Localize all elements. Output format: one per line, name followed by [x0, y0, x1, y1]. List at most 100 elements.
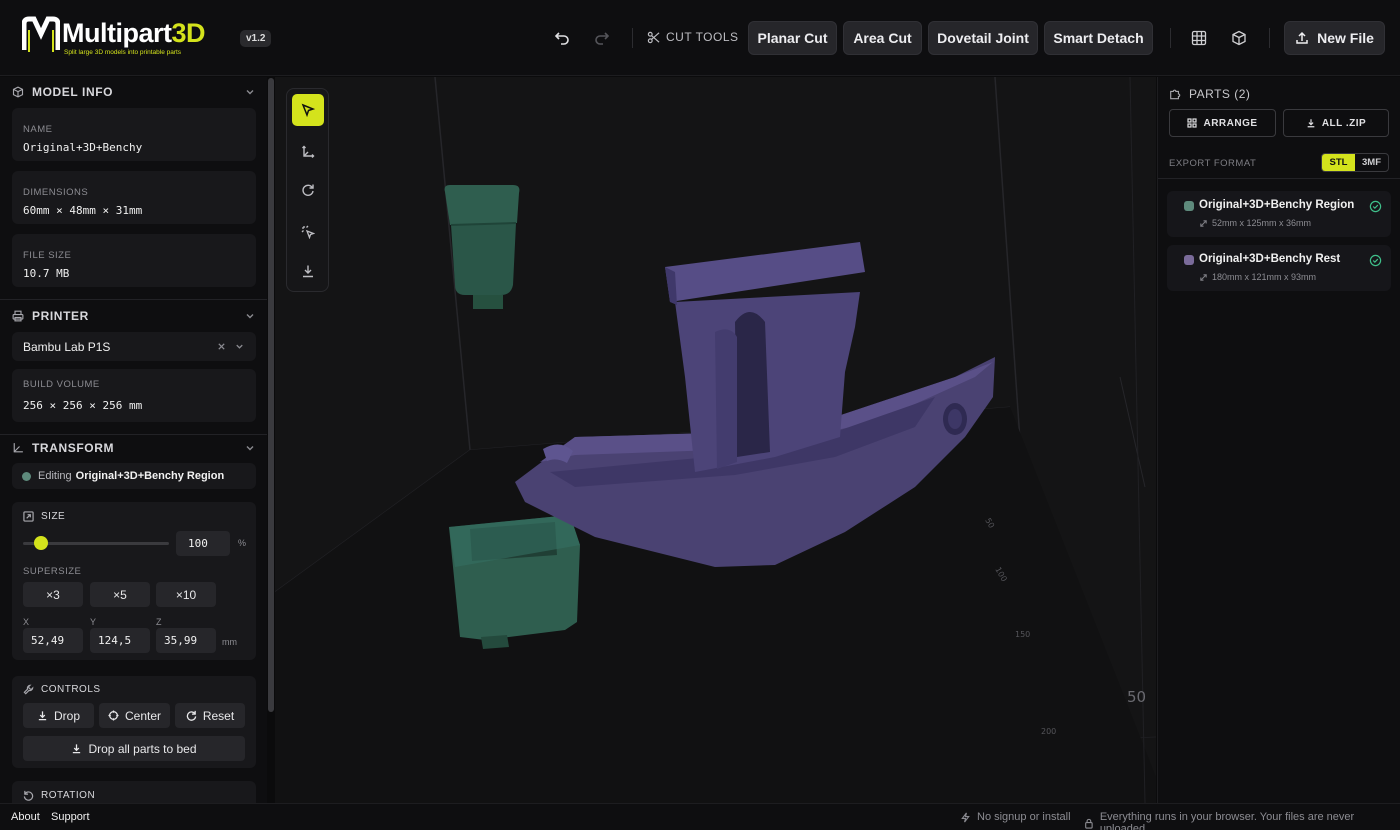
magic-select-button[interactable]: [292, 216, 324, 248]
format-stl-option[interactable]: STL: [1322, 154, 1355, 171]
rotate-icon: [23, 790, 34, 801]
part-name: Original+3D+Benchy Region: [1199, 199, 1355, 211]
y-size-input[interactable]: 124,5: [90, 628, 150, 653]
build-volume-card: BUILD VOLUME 256 × 256 × 256 mm: [12, 369, 256, 422]
supersize-x10-button[interactable]: ×10: [156, 582, 216, 607]
logo-mark-icon: [22, 16, 60, 52]
check-circle-icon: [1369, 200, 1382, 213]
viewport-toolbar: [286, 88, 329, 292]
version-badge: v1.2: [240, 30, 272, 47]
axis-tick-label: 200: [1041, 727, 1056, 736]
rotation-header[interactable]: ROTATION: [23, 790, 95, 801]
bolt-icon: [961, 812, 970, 822]
format-3mf-option[interactable]: 3MF: [1355, 154, 1388, 171]
reset-button[interactable]: Reset: [175, 703, 245, 728]
file-size-label: FILE SIZE: [23, 250, 72, 261]
redo-icon[interactable]: [592, 28, 612, 48]
app-root: Multipart3D Split large 3D models into p…: [0, 0, 1400, 830]
drop-all-button[interactable]: Drop all parts to bed: [23, 736, 245, 761]
axis-big-label: 50: [1127, 688, 1146, 706]
region-part-bottom[interactable]: [449, 515, 580, 649]
arrange-button[interactable]: ARRANGE: [1169, 109, 1276, 137]
chevron-down-icon[interactable]: [234, 341, 245, 352]
printer-header[interactable]: PRINTER: [12, 306, 89, 326]
area-cut-button[interactable]: Area Cut: [843, 21, 922, 55]
smart-detach-button[interactable]: Smart Detach: [1044, 21, 1153, 55]
rotate-tool-button[interactable]: [292, 174, 324, 206]
size-slider-thumb[interactable]: [33, 536, 48, 550]
export-format-label: EXPORT FORMAT: [1169, 158, 1257, 169]
cut-tools-label: CUT TOOLS: [647, 30, 739, 44]
axis-tick-label: 150: [1015, 630, 1030, 639]
lock-icon: [1085, 818, 1093, 829]
supersize-x3-button[interactable]: ×3: [23, 582, 83, 607]
privacy-note: Everything runs in your browser. Your fi…: [1084, 811, 1400, 830]
export-format-toggle: STL 3MF: [1321, 153, 1389, 172]
pointer-icon: [301, 103, 315, 117]
controls-card: CONTROLS Drop Center Reset Drop all part…: [12, 676, 256, 768]
controls-header: CONTROLS: [23, 684, 101, 695]
editing-target: Original+3D+Benchy Region: [75, 470, 225, 482]
grid-icon[interactable]: [1189, 28, 1209, 48]
rotation-card: ROTATION: [12, 781, 256, 803]
support-link[interactable]: Support: [51, 811, 90, 823]
part-list-item[interactable]: Original+3D+Benchy Rest 180mm x 121mm x …: [1167, 245, 1391, 291]
download-icon: [73, 744, 81, 754]
editing-prefix: Editing: [38, 470, 72, 482]
resize-icon: [23, 511, 34, 522]
chevron-down-icon[interactable]: [244, 442, 256, 454]
logo-tagline: Split large 3D models into printable par…: [64, 49, 182, 56]
cube-icon[interactable]: [1229, 28, 1249, 48]
chevron-down-icon[interactable]: [244, 310, 256, 322]
drop-button[interactable]: Drop: [23, 703, 94, 728]
about-link[interactable]: About: [11, 811, 40, 823]
size-input[interactable]: 100: [176, 531, 230, 556]
chevron-down-icon[interactable]: [244, 86, 256, 98]
header-divider: [632, 28, 633, 48]
size-header: SIZE: [23, 511, 65, 522]
supersize-x5-button[interactable]: ×5: [90, 582, 150, 607]
dimensions-card: DIMENSIONS 60mm × 48mm × 31mm: [12, 171, 256, 224]
name-card: NAME Original+3D+Benchy: [12, 108, 256, 161]
x-axis-label: X: [23, 617, 30, 627]
z-axis-label: Z: [156, 617, 162, 627]
model-info-header[interactable]: MODEL INFO: [12, 82, 113, 102]
center-button[interactable]: Center: [99, 703, 170, 728]
new-file-button[interactable]: New File: [1284, 21, 1385, 55]
drop-to-bed-button[interactable]: [292, 255, 324, 287]
wrench-icon: [23, 684, 34, 695]
z-size-input[interactable]: 35,99: [156, 628, 216, 653]
file-size-value: 10.7 MB: [23, 267, 70, 280]
part-dimensions: 52mm x 125mm x 36mm: [1212, 218, 1312, 228]
undo-icon[interactable]: [552, 28, 572, 48]
sidebar-scrollbar[interactable]: [268, 78, 274, 712]
select-tool-button[interactable]: [292, 94, 324, 126]
part-color-swatch: [1184, 201, 1194, 211]
x-size-input[interactable]: 52,49: [23, 628, 83, 653]
footer: About Support No signup or install Every…: [0, 803, 1400, 830]
part-color-swatch: [1184, 255, 1194, 265]
size-unit: %: [238, 538, 247, 548]
puzzle-icon: [1170, 89, 1181, 100]
grid-icon: [1187, 118, 1198, 128]
parts-panel: PARTS (2) ARRANGE ALL .ZIP EXPORT FORMAT…: [1157, 77, 1400, 803]
section-divider: [0, 299, 267, 300]
part-list-item[interactable]: Original+3D+Benchy Region 52mm x 125mm x…: [1167, 191, 1391, 237]
transform-header[interactable]: TRANSFORM: [12, 438, 114, 458]
clear-icon[interactable]: [217, 342, 226, 351]
planar-cut-button[interactable]: Planar Cut: [748, 21, 837, 55]
move-axes-icon: [302, 145, 315, 158]
dovetail-joint-button[interactable]: Dovetail Joint: [928, 21, 1038, 55]
download-icon: [303, 265, 313, 278]
editing-indicator: Editing Original+3D+Benchy Region: [12, 463, 256, 489]
parts-header: PARTS (2): [1169, 87, 1250, 101]
logo[interactable]: Multipart3D Split large 3D models into p…: [22, 16, 212, 60]
dimensions-icon: [1200, 220, 1207, 227]
3d-viewport[interactable]: 50 100 150 200 50: [275, 77, 1156, 803]
move-tool-button[interactable]: [292, 136, 324, 168]
printer-select[interactable]: Bambu Lab P1S: [12, 332, 256, 361]
build-volume-value: 256 × 256 × 256 mm: [23, 399, 143, 412]
download-zip-button[interactable]: ALL .ZIP: [1283, 109, 1389, 137]
sparkle-pointer-icon: [301, 225, 315, 239]
scene-canvas: 50 100 150 200 50: [275, 77, 1156, 803]
